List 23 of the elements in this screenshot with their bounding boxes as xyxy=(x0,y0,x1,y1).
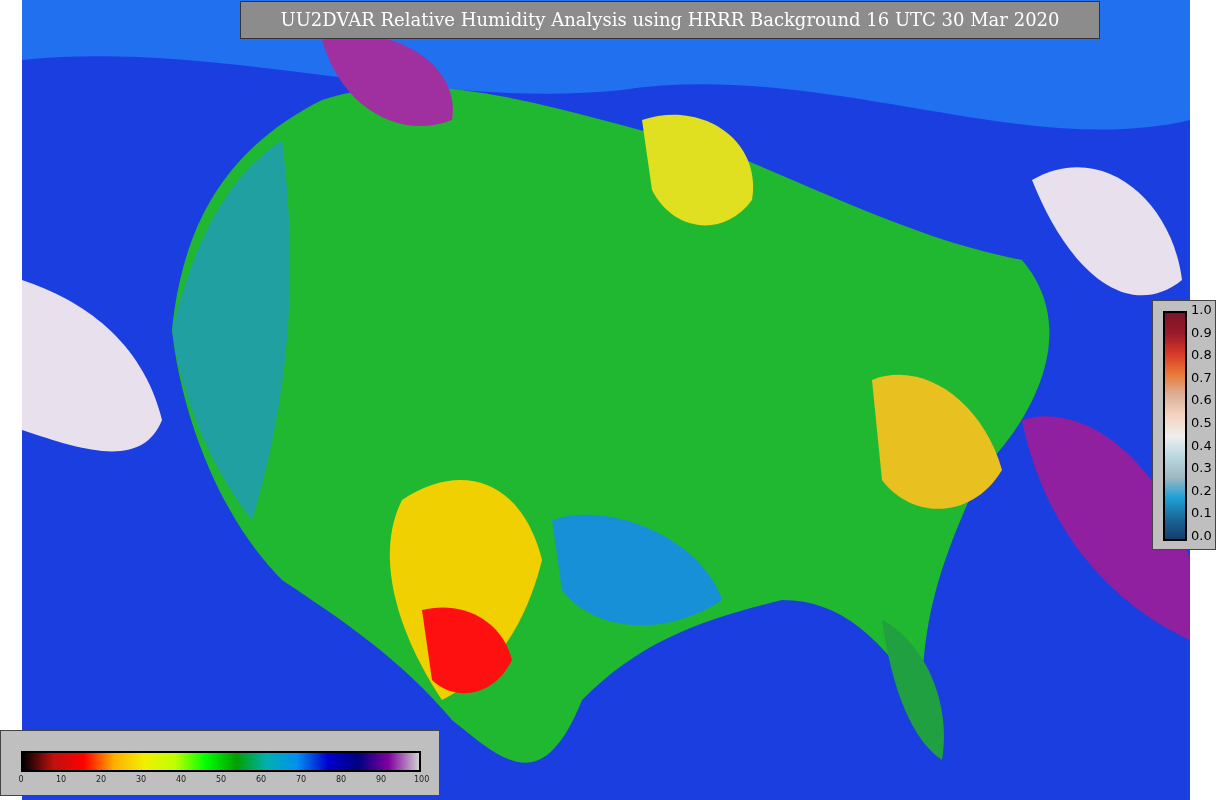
map-title: UU2DVAR Relative Humidity Analysis using HRRR Background 16 UTC 30 Mar 2020 xyxy=(240,1,1100,39)
colorbar-tick-label: 0.2 xyxy=(1191,483,1212,498)
colorbar-tick-label: 70 xyxy=(294,775,308,784)
colorbar-tick-label: 0.5 xyxy=(1191,415,1212,430)
colorbar-tick-label: 30 xyxy=(134,775,148,784)
colorbar-tick-label: 20 xyxy=(94,775,108,784)
colorbar-tick-label: 0.6 xyxy=(1191,393,1212,408)
colorbar-tick-label: 1.0 xyxy=(1191,303,1212,317)
colorbar-tick-label: 40 xyxy=(174,775,188,784)
colorbar-tick-label: 80 xyxy=(334,775,348,784)
colorbar-tick-label: 0.7 xyxy=(1191,370,1212,385)
colorbar-tick-label: 0 xyxy=(17,775,25,784)
colorbar-tick-label: 0.9 xyxy=(1191,325,1212,340)
colorbar-tick-label: 60 xyxy=(254,775,268,784)
colorbar-tick-label: 90 xyxy=(374,775,388,784)
colorbar-tick-label: 100 xyxy=(414,775,428,784)
colorbar-tick-label: 0.4 xyxy=(1191,438,1212,453)
colorbar-tick-label: 10 xyxy=(54,775,68,784)
colorbar-tick-label: 0.1 xyxy=(1191,506,1212,521)
colorbar-tick-label: 0.0 xyxy=(1191,528,1212,543)
colorbar-tick-label: 50 xyxy=(214,775,228,784)
colorbar-tick-label: 0.8 xyxy=(1191,348,1212,363)
colorbar-tick-label: 0.3 xyxy=(1191,461,1212,476)
